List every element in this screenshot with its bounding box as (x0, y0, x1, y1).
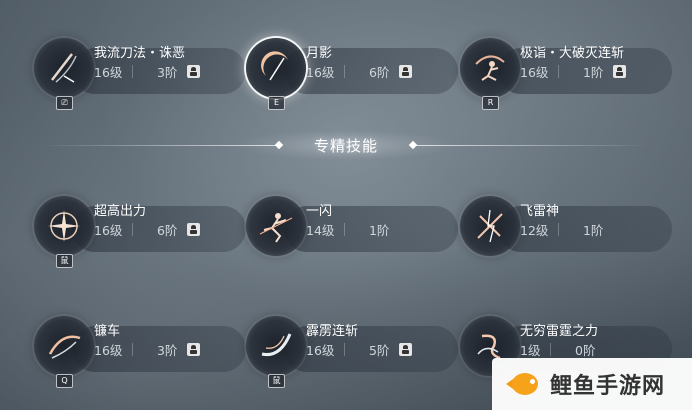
keybind-badge: E (268, 96, 285, 110)
skill-name: 无穷雷霆之力 (520, 324, 599, 339)
lock-icon (187, 343, 201, 356)
skill-stage: 1阶 (582, 65, 604, 80)
skill-meta: 16级 6阶 (94, 220, 201, 239)
lock-icon (187, 65, 201, 78)
divider (550, 343, 552, 356)
skill-stage: 0阶 (575, 343, 596, 358)
keybind-badge: 鼠 (56, 254, 73, 268)
fish-logo-icon (506, 369, 542, 399)
skill-level: 16级 (94, 223, 123, 238)
divider-line-right (412, 145, 652, 146)
skill-meta: 16级 3阶 (94, 62, 201, 81)
skill-level: 16级 (306, 65, 335, 80)
skill-stage: 3阶 (156, 343, 178, 358)
skill-meta: 16级 1阶 (520, 62, 627, 81)
leaping-figure-icon[interactable] (460, 38, 520, 98)
skill-name: 月影 (306, 46, 333, 61)
skill-card-2[interactable]: 月影 16级 6阶 E (246, 32, 458, 112)
skill-level: 12级 (520, 223, 549, 238)
skill-stage: 1阶 (368, 223, 390, 238)
site-watermark: 鲤鱼手游网 (492, 358, 692, 410)
burst-star-icon[interactable] (34, 196, 94, 256)
skill-meta: 14级 1阶 (306, 220, 389, 239)
keybind-badge: ⎚ (56, 96, 73, 110)
skill-level: 16级 (94, 343, 123, 358)
divider (132, 65, 134, 78)
watermark-text: 鲤鱼手游网 (550, 374, 666, 399)
skill-card-7[interactable]: 镰车 16级 3阶 Q (34, 310, 246, 390)
skill-stage: 6阶 (156, 223, 178, 238)
skill-stage: 6阶 (368, 65, 390, 80)
skill-card-5[interactable]: 一闪 14级 1阶 (246, 190, 458, 270)
skill-level: 14级 (306, 223, 335, 238)
skill-meta: 16级 3阶 (94, 340, 201, 359)
divider (132, 343, 134, 356)
lock-icon (613, 65, 627, 78)
skill-meta: 1级 0阶 (520, 340, 595, 359)
skill-name: 极诣・大破灭连斩 (520, 46, 625, 61)
divider (344, 65, 346, 78)
divider (344, 223, 346, 236)
skill-meta: 16级 6阶 (306, 62, 413, 81)
skill-card-1[interactable]: 我流刀法・诛恶 16级 3阶 ⎚ (34, 32, 246, 112)
skill-stage: 3阶 (156, 65, 178, 80)
lock-icon (187, 223, 201, 236)
skill-meta: 12级 1阶 (520, 220, 603, 239)
section-divider: 专精技能 (40, 130, 652, 160)
skill-card-8[interactable]: 霹雳连斩 16级 5阶 鼠 (246, 310, 458, 390)
skill-level: 1级 (520, 343, 541, 358)
skill-card-4[interactable]: 超高出力 16级 6阶 鼠 (34, 190, 246, 270)
skill-level: 16级 (520, 65, 549, 80)
keybind-badge: R (482, 96, 499, 110)
lock-icon (399, 343, 413, 356)
divider (132, 223, 134, 236)
keybind-badge: 鼠 (268, 374, 285, 388)
skill-name: 霹雳连斩 (306, 324, 359, 339)
divider (344, 343, 346, 356)
skill-name: 飞雷神 (520, 204, 560, 219)
skill-name: 镰车 (94, 324, 121, 339)
skill-card-6[interactable]: 飞雷神 12级 1阶 (460, 190, 672, 270)
blade-slash-icon[interactable] (34, 38, 94, 98)
divider (558, 223, 560, 236)
dash-figure-icon[interactable] (246, 196, 306, 256)
skill-stage: 1阶 (582, 223, 604, 238)
keybind-badge: Q (56, 374, 73, 388)
lock-icon (399, 65, 413, 78)
skill-meta: 16级 5阶 (306, 340, 413, 359)
skill-level: 16级 (306, 343, 335, 358)
lightning-arc-icon[interactable] (246, 316, 306, 376)
skill-name: 一闪 (306, 204, 333, 219)
skill-name: 我流刀法・诛恶 (94, 46, 186, 61)
skill-card-3[interactable]: 极诣・大破灭连斩 16级 1阶 R (460, 32, 672, 112)
skill-level: 16级 (94, 65, 123, 80)
crescent-moon-icon[interactable] (246, 38, 306, 98)
sickle-spin-icon[interactable] (34, 316, 94, 376)
cross-slash-icon[interactable] (460, 196, 520, 256)
skill-stage: 5阶 (368, 343, 390, 358)
skill-name: 超高出力 (94, 204, 147, 219)
divider (558, 65, 560, 78)
